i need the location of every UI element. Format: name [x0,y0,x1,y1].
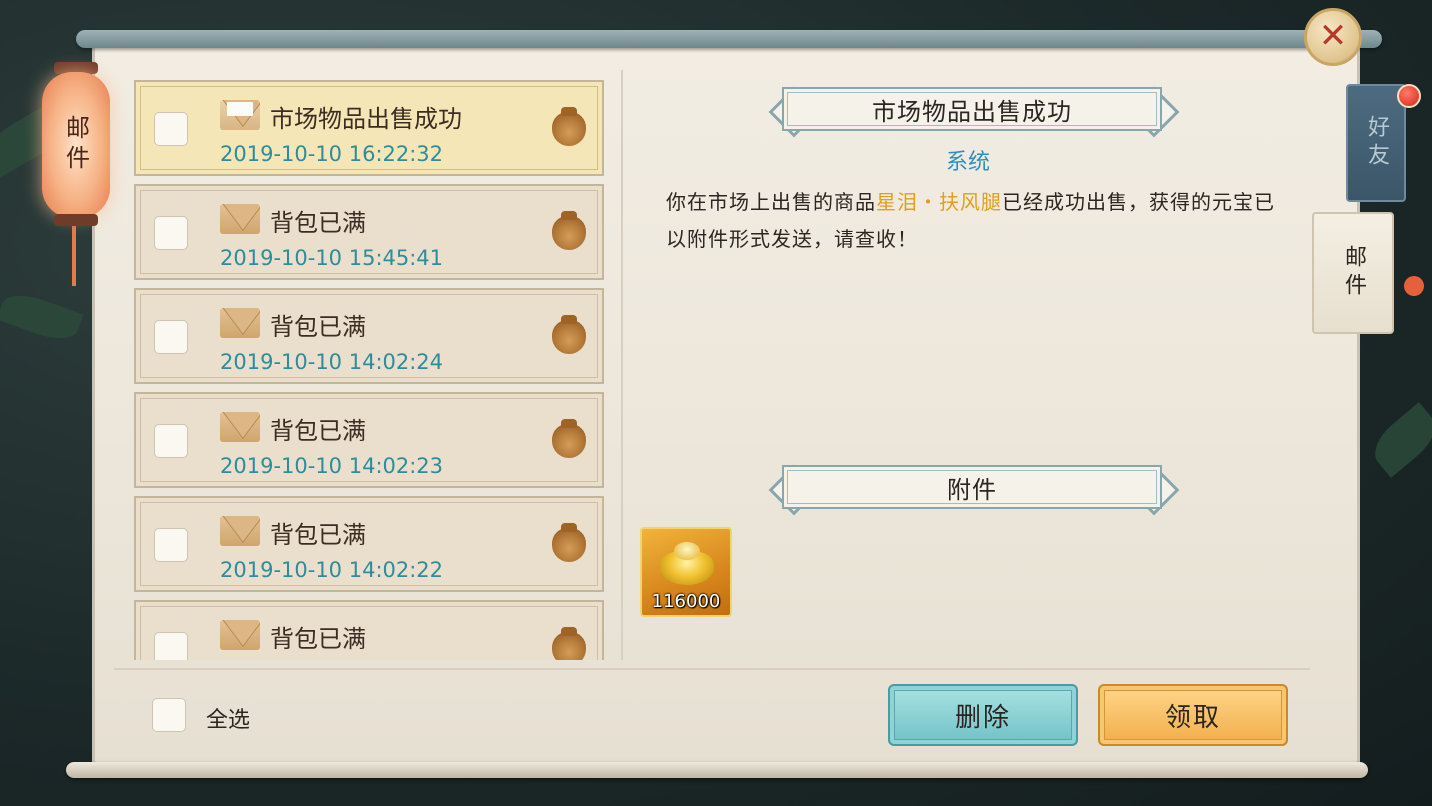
mail-title: 背包已满 [270,209,366,237]
envelope-icon [220,412,260,442]
tab-mail[interactable]: 邮件 [1312,212,1394,334]
select-all-checkbox[interactable] [152,698,186,732]
claim-button[interactable]: 领取 [1098,684,1288,746]
mail-checkbox[interactable] [154,320,188,354]
mail-title: 市场物品出售成功 [270,105,462,133]
footer-divider [114,668,1310,670]
envelope-open-icon [220,100,260,130]
item-name-highlight: 星泪・扶风腿 [876,190,1002,214]
attachment-count: 116000 [651,591,721,612]
attachment-bag-icon [552,627,586,660]
panel-divider [621,70,623,660]
attachment-slot[interactable]: 116000 [640,527,732,617]
mail-title: 背包已满 [270,313,366,341]
mail-checkbox[interactable] [154,424,188,458]
attachments-title: 附件 [782,465,1162,509]
background-leaf [1365,402,1432,478]
mail-title: 背包已满 [270,625,366,653]
lantern-cap [54,214,98,226]
mail-list-item[interactable]: 背包已满 2019-10-10 15:45:41 [134,184,604,280]
mail-time: 2019-10-10 16:22:32 [220,142,444,166]
mail-sender: 系统 [946,150,991,175]
attachment-bag-icon [552,211,586,250]
gold-ingot-icon [660,542,714,585]
mail-title: 背包已满 [270,521,366,549]
delete-button[interactable]: 删除 [888,684,1078,746]
mail-detail-title: 市场物品出售成功 [782,87,1162,131]
lantern-mail-tab: 邮件 [42,72,110,218]
close-icon[interactable]: ✕ [1304,8,1362,66]
mail-body: 你在市场上出售的商品星泪・扶风腿已经成功出售，获得的元宝已以附件形式发送，请查收… [666,184,1276,258]
mail-checkbox[interactable] [154,632,188,660]
envelope-icon [220,308,260,338]
scroll-bottom-rod [66,762,1368,778]
attachment-bag-icon [552,315,586,354]
tab-friends[interactable]: 好友 [1346,84,1406,202]
attachment-bag-icon [552,107,586,146]
mail-checkbox[interactable] [154,216,188,250]
mail-list-item[interactable]: 背包已满 [134,600,604,660]
mail-time: 2019-10-10 14:02:22 [220,558,444,582]
mail-time: 2019-10-10 14:02:23 [220,454,444,478]
scroll-top-rod [76,30,1382,48]
select-all-label: 全选 [206,708,251,733]
mail-title: 背包已满 [270,417,366,445]
mail-body-prefix: 你在市场上出售的商品 [666,190,876,214]
mail-list[interactable]: 市场物品出售成功 2019-10-10 16:22:32 背包已满 2019-1… [134,80,608,660]
attachment-bag-icon [552,523,586,562]
envelope-icon [220,516,260,546]
mail-time: 2019-10-10 14:02:24 [220,350,444,374]
notification-dot [1397,84,1421,108]
tab-tassel [1404,276,1424,296]
mail-list-item[interactable]: 背包已满 2019-10-10 14:02:22 [134,496,604,592]
lantern-tassel [72,226,76,286]
mail-time: 2019-10-10 15:45:41 [220,246,444,270]
mail-list-item[interactable]: 市场物品出售成功 2019-10-10 16:22:32 [134,80,604,176]
background-leaf [0,287,84,347]
envelope-icon [220,204,260,234]
mail-list-item[interactable]: 背包已满 2019-10-10 14:02:23 [134,392,604,488]
attachment-bag-icon [552,419,586,458]
mail-list-item[interactable]: 背包已满 2019-10-10 14:02:24 [134,288,604,384]
mail-checkbox[interactable] [154,112,188,146]
mail-checkbox[interactable] [154,528,188,562]
envelope-icon [220,620,260,650]
